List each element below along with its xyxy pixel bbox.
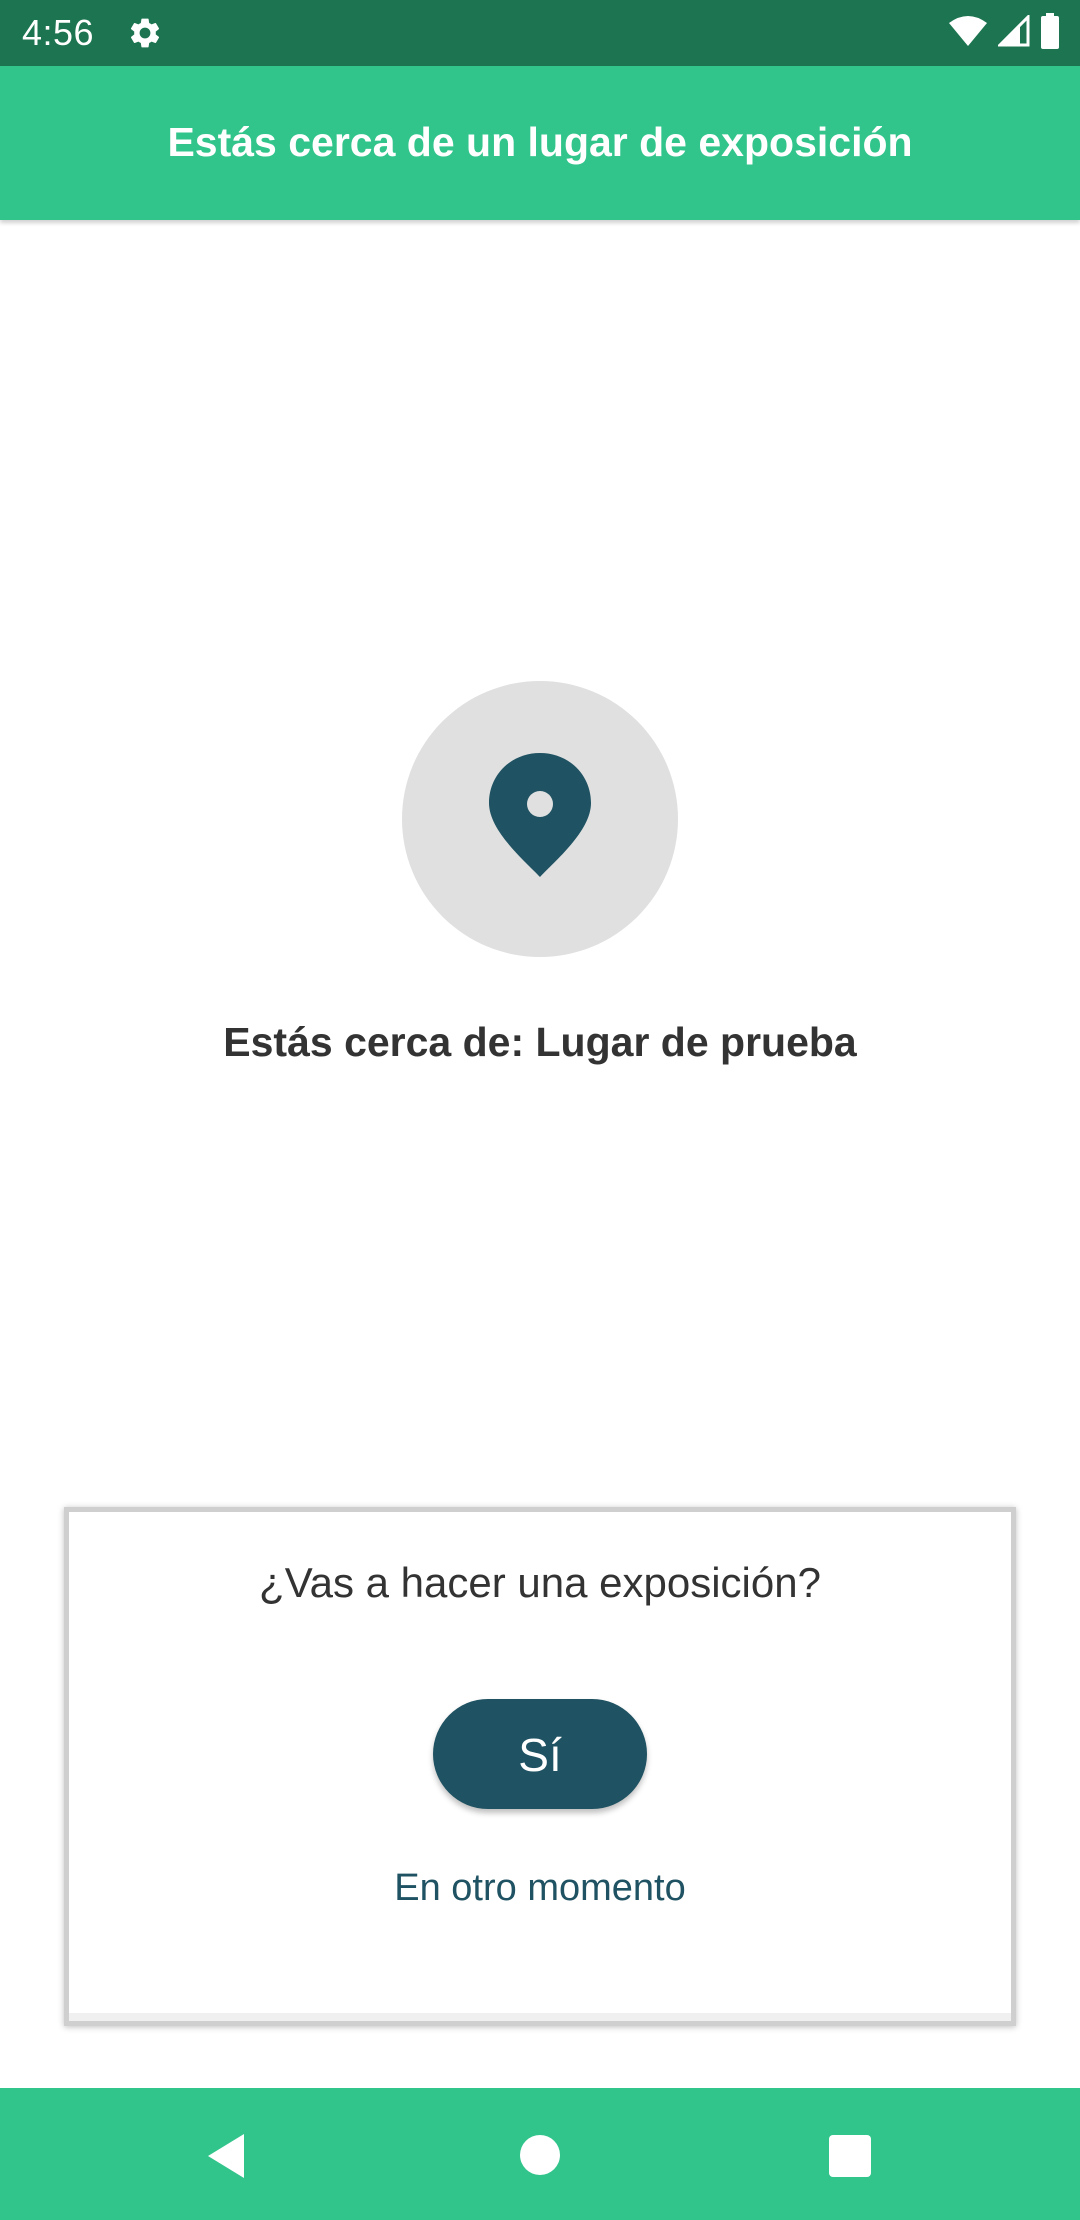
navigation-bar <box>0 2088 1080 2220</box>
later-button[interactable]: En otro momento <box>69 1864 1011 1912</box>
gear-icon <box>127 15 163 51</box>
status-time: 4:56 <box>22 12 95 53</box>
recents-icon[interactable] <box>829 2135 871 2177</box>
home-icon[interactable] <box>520 2135 560 2175</box>
wifi-icon <box>948 15 988 52</box>
status-icons <box>948 12 1060 54</box>
app-bar: Estás cerca de un lugar de exposición <box>0 66 1080 220</box>
card-question: ¿Vas a hacer una exposición? <box>259 1559 821 1606</box>
yes-button[interactable]: Sí <box>433 1699 647 1809</box>
signal-icon <box>996 12 1030 52</box>
location-pin-icon <box>487 751 593 881</box>
battery-icon <box>1040 12 1060 54</box>
status-bar: 4:56 <box>0 0 1080 66</box>
back-icon[interactable] <box>204 2132 248 2180</box>
page-title: Estás cerca de un lugar de exposición <box>167 119 913 165</box>
card-divider <box>69 2013 1011 2021</box>
nearby-place-text: Estás cerca de: Lugar de prueba <box>223 1019 857 1065</box>
exposure-prompt-card: ¿Vas a hacer una exposición? Sí En otro … <box>64 1507 1016 2026</box>
